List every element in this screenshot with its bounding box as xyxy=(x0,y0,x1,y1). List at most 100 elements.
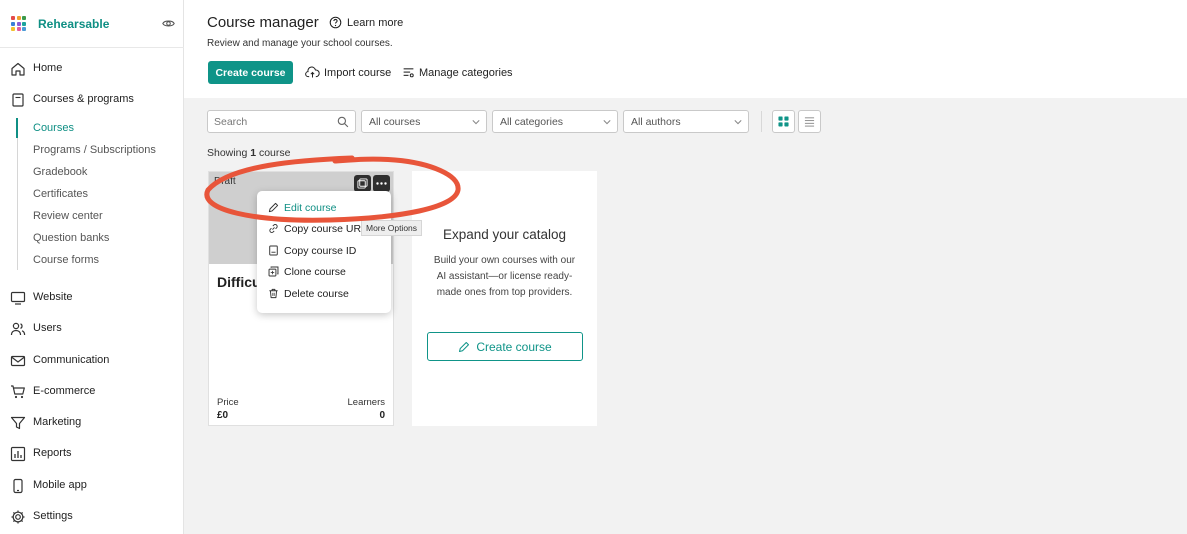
mail-icon xyxy=(10,353,26,369)
grid-view-button[interactable] xyxy=(772,110,795,133)
page-header: Course manager Learn more Review and man… xyxy=(184,0,1187,98)
sidebar-subitem-programs[interactable]: Programs / Subscriptions xyxy=(33,144,156,156)
eye-icon[interactable] xyxy=(162,17,175,30)
sidebar-item-settings[interactable]: Settings xyxy=(0,505,183,529)
filter-divider xyxy=(761,111,762,132)
search-field[interactable] xyxy=(207,110,356,133)
menu-item-delete-course[interactable]: Delete course xyxy=(257,284,391,305)
sidebar-subitem-review-center[interactable]: Review center xyxy=(33,210,103,222)
course-title[interactable]: Difficult Conversations xyxy=(217,274,261,290)
cart-icon xyxy=(10,384,26,400)
page-subtitle: Review and manage your school courses. xyxy=(207,38,393,49)
sidebar-item-label: Reports xyxy=(33,447,72,459)
expand-catalog-card: Expand your catalog Build your own cours… xyxy=(412,171,597,426)
learn-more-link[interactable]: Learn more xyxy=(329,16,403,29)
menu-item-clone-course[interactable]: Clone course xyxy=(257,262,391,283)
expand-create-course-button[interactable]: Create course xyxy=(427,332,583,361)
sidebar-item-label: Home xyxy=(33,62,63,74)
sidebar-subitem-gradebook[interactable]: Gradebook xyxy=(33,166,87,178)
learners-value: 0 xyxy=(379,410,385,421)
authors-filter-select[interactable]: All authors xyxy=(623,110,749,133)
menu-item-label: Delete course xyxy=(284,288,349,300)
more-options-menu: Edit course Copy course URL Copy course … xyxy=(257,191,391,313)
results-count: Showing 1 course xyxy=(207,147,290,159)
courses-filter-value: All courses xyxy=(369,116,421,128)
list-settings-icon xyxy=(402,66,415,79)
sidebar-item-website[interactable]: Website xyxy=(0,286,183,310)
search-icon[interactable] xyxy=(337,116,349,128)
menu-item-label: Edit course xyxy=(284,202,337,214)
sidebar-item-reports[interactable]: Reports xyxy=(0,442,183,466)
sidebar-subitem-course-forms[interactable]: Course forms xyxy=(33,254,99,266)
results-suffix: course xyxy=(256,147,291,159)
menu-item-copy-course-id[interactable]: Copy course ID xyxy=(257,241,391,262)
menu-item-label: Copy course ID xyxy=(284,245,357,257)
sidebar-subitem-question-banks[interactable]: Question banks xyxy=(33,232,109,244)
menu-item-label: Clone course xyxy=(284,266,346,278)
sidebar-item-label: Marketing xyxy=(33,416,82,428)
brand-header: Rehearsable xyxy=(0,0,184,48)
copy-square-icon xyxy=(357,178,368,189)
chevron-down-icon xyxy=(603,119,611,125)
pencil-icon xyxy=(268,202,279,213)
page-title: Course manager xyxy=(207,14,319,31)
list-icon xyxy=(804,116,815,127)
list-view-button[interactable] xyxy=(798,110,821,133)
more-options-button[interactable] xyxy=(373,175,390,192)
sidebar-subitem-courses[interactable]: Courses xyxy=(33,122,74,134)
brand-name[interactable]: Rehearsable xyxy=(38,17,109,31)
funnel-icon xyxy=(10,415,26,431)
monitor-icon xyxy=(10,290,26,306)
search-input[interactable] xyxy=(214,114,332,129)
categories-filter-value: All categories xyxy=(500,116,564,128)
import-course-button[interactable]: Import course xyxy=(305,66,391,79)
authors-filter-value: All authors xyxy=(631,116,681,128)
cloud-upload-icon xyxy=(305,66,320,79)
sidebar-item-home[interactable]: Home xyxy=(0,57,183,81)
sidebar-item-communication[interactable]: Communication xyxy=(0,349,183,373)
sidebar-item-label: Website xyxy=(33,291,73,303)
more-horizontal-icon xyxy=(376,182,387,185)
price-label: Price xyxy=(217,397,239,408)
sidebar-item-label: Communication xyxy=(33,354,110,366)
categories-filter-select[interactable]: All categories xyxy=(492,110,618,133)
clone-icon xyxy=(268,266,279,277)
users-icon xyxy=(10,321,26,337)
manage-categories-button[interactable]: Manage categories xyxy=(402,66,513,79)
menu-item-edit-course[interactable]: Edit course xyxy=(257,198,391,219)
trash-icon xyxy=(268,288,279,299)
sidebar-item-label: Users xyxy=(33,322,62,334)
course-status-label: Draft xyxy=(214,176,236,187)
sidebar-subitem-certificates[interactable]: Certificates xyxy=(33,188,88,200)
sidebar-item-label: E-commerce xyxy=(33,385,96,397)
submenu-active-indicator xyxy=(16,118,18,138)
expand-catalog-title: Expand your catalog xyxy=(442,227,567,242)
help-circle-icon xyxy=(329,16,342,29)
phone-icon xyxy=(10,478,26,494)
main-content: All courses All categories All authors S… xyxy=(184,98,1187,534)
home-icon xyxy=(10,61,26,77)
price-value: £0 xyxy=(217,410,229,421)
gear-icon xyxy=(10,509,26,525)
courses-filter-select[interactable]: All courses xyxy=(361,110,487,133)
create-course-button[interactable]: Create course xyxy=(208,61,293,84)
sidebar-item-label: Settings xyxy=(33,510,73,522)
sidebar-item-marketing[interactable]: Marketing xyxy=(0,411,183,435)
preview-button[interactable] xyxy=(354,175,371,192)
book-icon xyxy=(10,92,26,108)
sidebar: Rehearsable Home Courses & programs Cour… xyxy=(0,0,184,534)
results-prefix: Showing xyxy=(207,147,251,159)
learn-more-label: Learn more xyxy=(347,16,404,29)
sidebar-item-mobile-app[interactable]: Mobile app xyxy=(0,474,183,498)
sidebar-item-courses-programs[interactable]: Courses & programs xyxy=(0,88,183,112)
menu-item-label: Copy course URL xyxy=(284,223,367,235)
chart-icon xyxy=(10,446,26,462)
link-icon xyxy=(268,223,279,234)
sidebar-item-label: Mobile app xyxy=(33,479,87,491)
chevron-down-icon xyxy=(472,119,480,125)
sidebar-item-users[interactable]: Users xyxy=(0,317,183,341)
learners-label: Learners xyxy=(347,397,386,408)
submenu-line xyxy=(17,118,18,270)
sidebar-item-ecommerce[interactable]: E-commerce xyxy=(0,380,183,404)
brand-logo-icon xyxy=(11,16,26,31)
